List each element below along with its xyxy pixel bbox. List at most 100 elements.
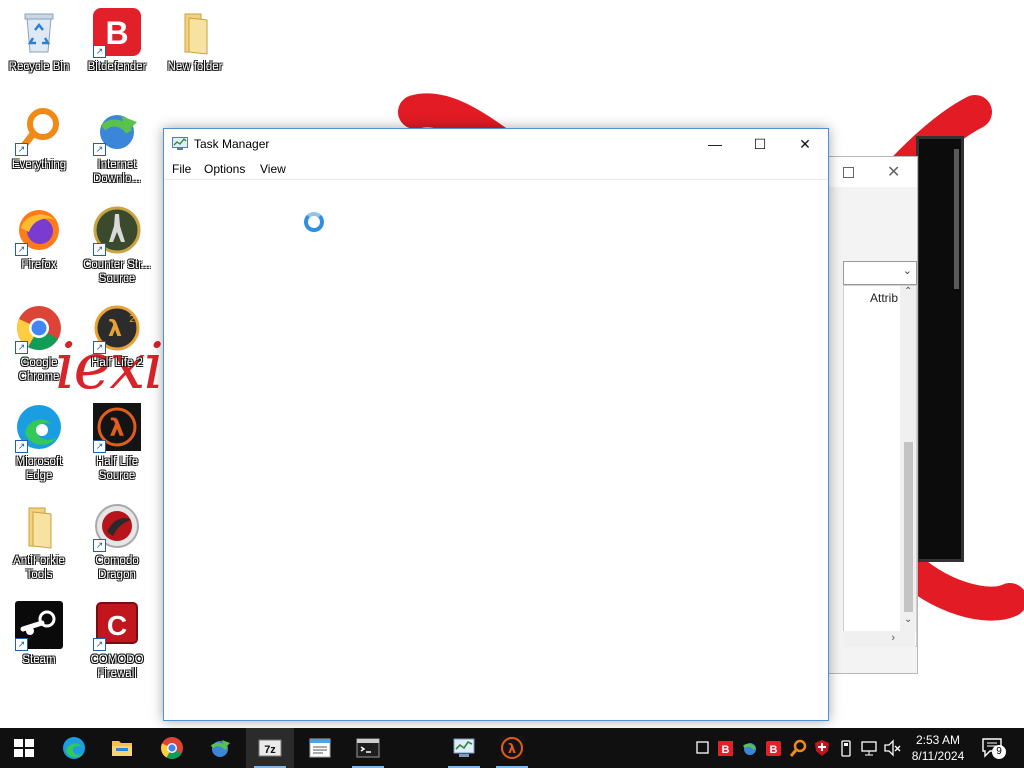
bitdefender-tray-icon[interactable]: B	[765, 738, 783, 758]
half-life-source-icon: λ ↗	[93, 403, 141, 453]
background-window-titlebar[interactable]: ✕	[821, 157, 917, 187]
background-properties-window[interactable]: ✕ ⌄ Attrib ⌃ ⌄ ›	[820, 156, 918, 674]
shortcut-arrow-icon: ↗	[93, 45, 106, 58]
folder-icon	[15, 502, 63, 550]
shortcut-arrow-icon: ↗	[93, 143, 106, 156]
desktop-icon-half-life-2[interactable]: λ 2 ↗ Half Life 2	[79, 304, 155, 370]
taskbar-notepad[interactable]	[296, 728, 344, 768]
desktop-icon-new-folder[interactable]: New folder	[157, 8, 233, 74]
desktop-icon-counter-strike[interactable]: ↗ Counter Str... Source	[79, 206, 155, 286]
background-combo-box[interactable]: ⌄	[843, 261, 917, 285]
desktop-icon-everything[interactable]: ↗ Everything	[1, 106, 77, 172]
menu-file[interactable]: File	[172, 162, 191, 176]
maximize-icon[interactable]	[843, 167, 854, 178]
task-manager-icon	[172, 137, 188, 151]
taskbar-edge[interactable]	[50, 728, 98, 768]
background-list-view[interactable]: Attrib ⌃ ⌄	[843, 285, 917, 647]
desktop-icon-label: Internet Downlo...	[93, 159, 141, 185]
desktop-icon-firefox[interactable]: ↗ Firefox	[1, 206, 77, 272]
svg-text:7z: 7z	[264, 744, 276, 756]
internet-download-icon: ↗	[93, 106, 141, 156]
desktop-icon-comodo-firewall[interactable]: C ↗ COMODO Firewall	[79, 601, 155, 681]
everything-icon: ↗	[15, 106, 63, 156]
usb-device-tray-icon[interactable]	[837, 738, 855, 758]
show-desktop-tray-icon[interactable]	[694, 738, 712, 758]
system-clock[interactable]: 2:53 AM 8/11/2024	[906, 732, 970, 764]
desktop-icon-antiforkie-tools[interactable]: AntiForkie Tools	[1, 502, 77, 582]
desktop-icon-recycle-bin[interactable]: Recycle Bin	[1, 8, 77, 74]
volume-muted-tray-icon[interactable]	[883, 738, 901, 758]
taskbar-file-explorer[interactable]	[98, 728, 146, 768]
close-icon[interactable]: ✕	[887, 162, 900, 182]
shortcut-arrow-icon: ↗	[15, 440, 28, 453]
menu-options[interactable]: Options	[204, 162, 245, 176]
svg-text:2: 2	[129, 314, 135, 325]
background-terminal-window[interactable]	[916, 136, 964, 562]
maximize-button[interactable]: ☐	[737, 129, 783, 159]
desktop-icon-comodo-dragon[interactable]: ↗ Comodo Dragon	[79, 502, 155, 582]
taskbar-task-manager[interactable]	[440, 728, 488, 768]
everything-tray-icon[interactable]	[789, 738, 807, 758]
svg-text:λ: λ	[108, 317, 122, 342]
taskbar-terminal[interactable]	[344, 728, 392, 768]
svg-text:λ: λ	[508, 742, 516, 757]
horizontal-scrollbar[interactable]: ›	[843, 631, 915, 647]
taskbar-chrome[interactable]	[148, 728, 196, 768]
desktop-icon-google-chrome[interactable]: ↗ Google Chrome	[1, 304, 77, 384]
attrib-column-header[interactable]: Attrib	[870, 291, 898, 305]
start-icon	[14, 739, 34, 757]
terminal-scrollbar[interactable]	[954, 149, 959, 289]
svg-text:B: B	[722, 744, 730, 756]
scrollbar-thumb[interactable]	[904, 442, 913, 612]
start-button[interactable]	[0, 728, 48, 768]
internet-download-icon	[210, 740, 230, 757]
loading-spinner-icon	[304, 212, 324, 232]
scroll-down-icon[interactable]: ⌄	[904, 614, 912, 625]
desktop-icon-label: Microsoft Edge	[15, 456, 63, 482]
svg-text:B: B	[770, 744, 778, 756]
close-button[interactable]: ✕	[782, 129, 828, 159]
chevron-down-icon[interactable]: ⌄	[903, 264, 912, 277]
desktop-icon-label: AntiForkie Tools	[13, 555, 65, 581]
chrome-icon	[161, 737, 183, 759]
desktop-icon-label: Recycle Bin	[8, 61, 70, 73]
task-manager-window[interactable]: Task Manager — ☐ ✕ File Options View	[163, 128, 829, 721]
comodo-tray-icon[interactable]	[813, 738, 831, 758]
desktop-icon-half-life-source[interactable]: λ ↗ Half Life Source	[79, 403, 155, 483]
7zip-icon: 7z	[258, 739, 282, 757]
desktop-icon-label: Steam	[22, 654, 56, 666]
taskbar-7zip[interactable]: 7z	[246, 728, 294, 768]
shortcut-arrow-icon: ↗	[93, 243, 106, 256]
taskbar-internet-download[interactable]	[196, 728, 244, 768]
notification-count-badge: 9	[992, 745, 1006, 759]
taskbar: 7z λ B B 2:53 AM 8/11/2024 9	[0, 728, 1024, 768]
firefox-icon: ↗	[15, 206, 63, 256]
bitdefender-vpn-tray-icon[interactable]: B	[717, 738, 735, 758]
scroll-right-icon[interactable]: ›	[891, 632, 895, 644]
vertical-scrollbar[interactable]: ⌃ ⌄	[900, 286, 916, 632]
internet-download-tray-icon[interactable]	[741, 738, 759, 758]
desktop-icon-label: Half Life Source	[95, 456, 139, 482]
menu-view[interactable]: View	[260, 162, 286, 176]
desktop-icon-microsoft-edge[interactable]: ↗ Microsoft Edge	[1, 403, 77, 483]
shortcut-arrow-icon: ↗	[15, 143, 28, 156]
shortcut-arrow-icon: ↗	[15, 341, 28, 354]
desktop-icon-steam[interactable]: ↗ Steam	[1, 601, 77, 667]
shortcut-arrow-icon: ↗	[93, 638, 106, 651]
action-center-button[interactable]: 9	[980, 736, 1006, 760]
taskbar-half-life[interactable]: λ	[488, 728, 536, 768]
network-tray-icon[interactable]	[860, 738, 878, 758]
notepad-icon	[309, 738, 331, 758]
menu-bar: File Options View	[164, 159, 828, 180]
scroll-up-icon[interactable]: ⌃	[904, 286, 912, 297]
desktop-icon-label: Half Life 2	[91, 357, 143, 369]
shortcut-arrow-icon: ↗	[15, 638, 28, 651]
desktop-icon-label: COMODO Firewall	[90, 654, 144, 680]
desktop-icon-internet-download[interactable]: ↗ Internet Downlo...	[79, 106, 155, 186]
desktop-icon-bitdefender[interactable]: B ↗ Bitdefender	[79, 8, 155, 74]
clock-time: 2:53 AM	[915, 733, 961, 747]
minimize-button[interactable]: —	[692, 129, 738, 159]
shortcut-arrow-icon: ↗	[15, 243, 28, 256]
task-manager-titlebar[interactable]: Task Manager — ☐ ✕	[164, 129, 828, 159]
desktop-icon-label: Counter Str... Source	[83, 259, 151, 285]
